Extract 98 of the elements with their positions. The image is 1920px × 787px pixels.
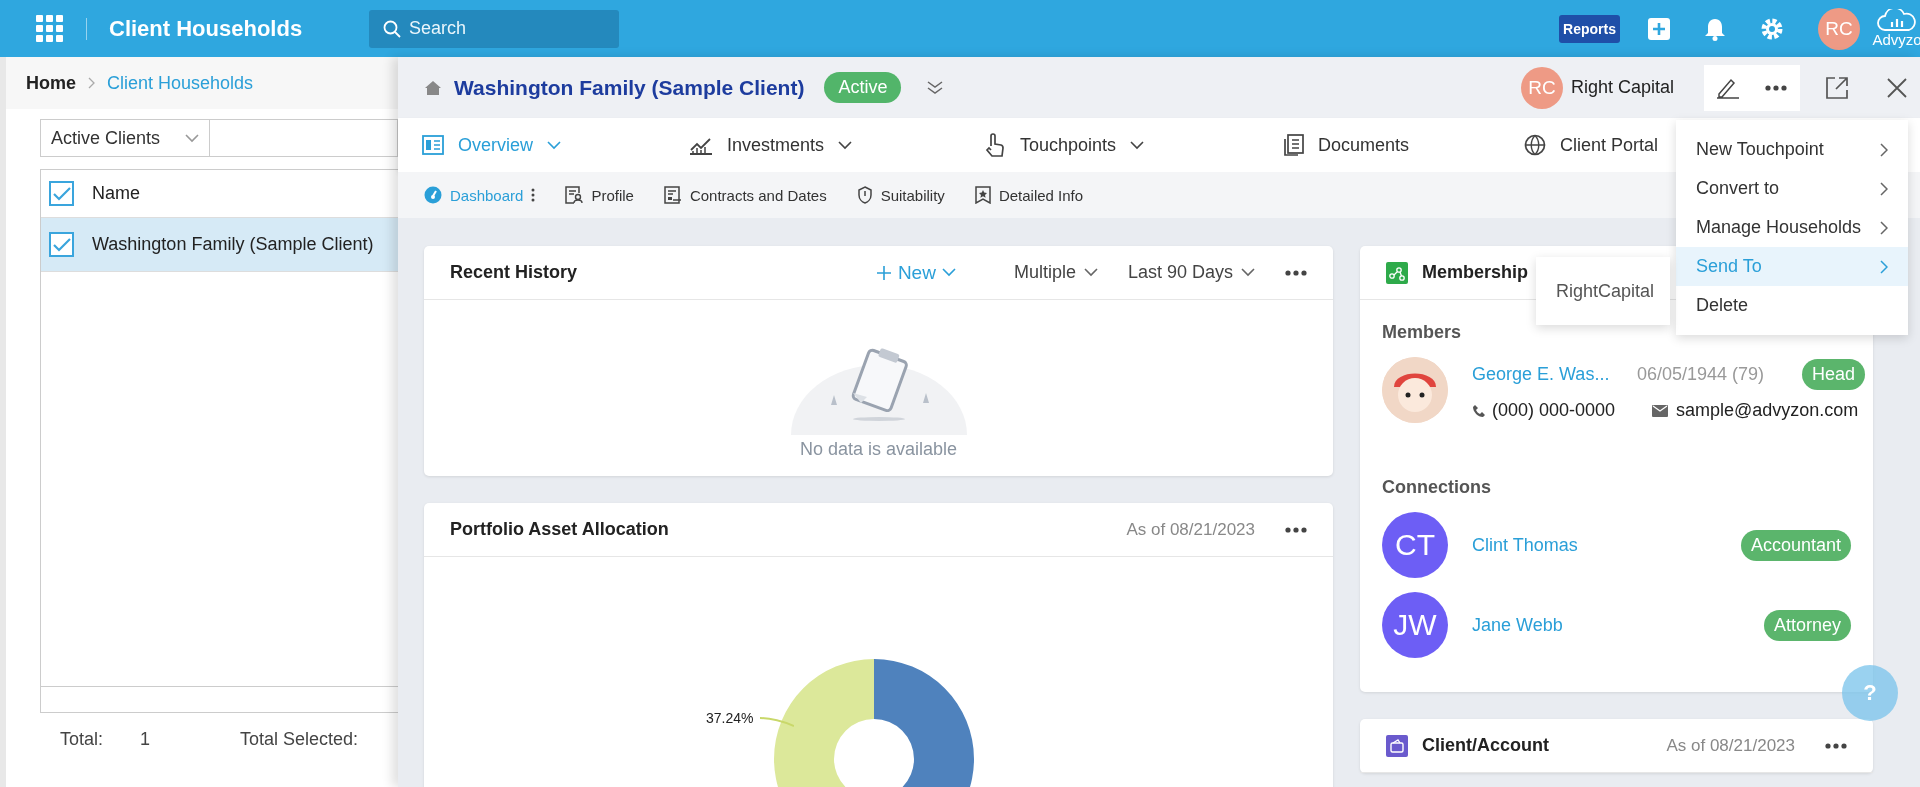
apps-grid-icon[interactable] — [36, 14, 64, 43]
search-icon — [383, 19, 401, 38]
search-field[interactable]: Search — [369, 9, 619, 48]
chevron-down-icon — [1130, 140, 1145, 150]
menu-item[interactable]: Delete — [1676, 286, 1908, 325]
subtab[interactable]: Profile — [565, 186, 634, 204]
chevron-right-icon — [1880, 259, 1888, 274]
layout-icon — [422, 135, 444, 155]
phone-icon — [1472, 403, 1486, 418]
phone-number: (000) 000-0000 — [1492, 400, 1616, 421]
filter-dropdown[interactable]: Multiple — [1013, 262, 1098, 283]
email-address: sample@advyzon.com — [1676, 400, 1859, 421]
app-title: Client Households — [109, 15, 304, 42]
menu-item[interactable]: Convert to — [1676, 169, 1908, 208]
mail-icon — [1652, 404, 1668, 417]
filter-dropdown[interactable]: Last 90 Days — [1127, 262, 1255, 283]
more-button[interactable] — [1825, 742, 1847, 749]
chevron-right-icon — [1880, 181, 1888, 196]
section-heading: Members — [1382, 322, 1463, 343]
chevron-down-icon — [838, 140, 853, 150]
gauge-icon — [424, 186, 442, 204]
more-button[interactable] — [1285, 269, 1307, 276]
edit-icon — [1716, 76, 1740, 99]
documents-icon — [1284, 134, 1304, 156]
submenu-item[interactable]: RightCapital — [1536, 280, 1675, 302]
birth-date: 06/05/1944 (79) — [1637, 364, 1766, 385]
total-selected-label: Total Selected: — [240, 729, 359, 750]
chevron-down-icon — [547, 140, 561, 150]
role-tag: Head — [1802, 359, 1866, 390]
subtab[interactable]: Detailed Info — [974, 186, 1084, 204]
chevron-down-icon — [941, 268, 956, 277]
menu-item[interactable]: New Touchpoint — [1676, 130, 1908, 169]
leader-line — [760, 717, 794, 727]
double-chevron-icon[interactable] — [927, 80, 944, 95]
more-button[interactable] — [1285, 526, 1307, 533]
chevron-right-icon — [1880, 142, 1888, 157]
plus-icon — [875, 264, 892, 281]
breadcrumb-link[interactable]: Home — [26, 72, 76, 94]
profile-icon — [565, 186, 584, 204]
filter-input[interactable] — [210, 119, 398, 157]
chevron-right-icon — [88, 77, 95, 89]
close-icon — [1887, 77, 1907, 98]
more-icon — [1285, 269, 1307, 276]
section-heading: Connections — [1382, 477, 1492, 498]
tab[interactable]: Documents — [1284, 118, 1524, 172]
tab[interactable]: Investments — [689, 118, 984, 172]
as-of-date: As of 08/21/2023 — [1666, 735, 1795, 756]
contract-icon — [663, 186, 682, 204]
more-button[interactable] — [1752, 64, 1800, 111]
star-badge-icon — [974, 186, 991, 204]
empty-message: No data is available — [799, 439, 958, 460]
table-row[interactable]: Washington Family (Sample Client) — [41, 218, 398, 272]
advisor-name: Right Capital — [1570, 77, 1674, 98]
tab[interactable]: Touchpoints — [984, 118, 1284, 172]
row-checkbox[interactable] — [49, 232, 74, 257]
shield-icon — [856, 186, 873, 204]
subtab[interactable]: Suitability — [856, 186, 945, 204]
column-header[interactable]: Name — [92, 183, 140, 204]
home-icon — [424, 79, 442, 96]
cartoon-avatar-icon — [1382, 357, 1448, 423]
filter-dropdown[interactable]: Active Clients — [40, 119, 210, 157]
more-icon — [1765, 84, 1787, 91]
select-all-checkbox[interactable] — [49, 181, 74, 206]
network-icon — [1386, 261, 1408, 284]
bell-icon[interactable] — [1704, 16, 1726, 41]
role-tag: Accountant — [1740, 529, 1851, 561]
table-cell: Washington Family (Sample Client) — [92, 234, 374, 255]
total-label: Total: — [60, 729, 105, 750]
kebab-icon[interactable] — [531, 188, 536, 202]
chevron-down-icon — [1083, 268, 1098, 277]
chevron-down-icon — [185, 133, 199, 143]
card-title: Portfolio Asset Allocation — [450, 519, 669, 540]
edit-button[interactable] — [1704, 64, 1752, 111]
chevron-right-icon — [1880, 220, 1888, 235]
card-title: Client/Account — [1422, 735, 1549, 756]
role-tag: Attorney — [1763, 609, 1851, 641]
settings-icon[interactable] — [1760, 16, 1784, 41]
card-title: Membership — [1422, 262, 1529, 283]
initials-avatar: CT — [1382, 512, 1448, 578]
globe-icon — [1524, 134, 1546, 156]
cloud-logo-icon — [1877, 9, 1917, 31]
tab[interactable]: Client Portal — [1524, 118, 1659, 172]
subtab[interactable]: Contracts and Dates — [663, 186, 827, 204]
add-icon[interactable] — [1648, 17, 1670, 40]
total-count: 1 — [140, 729, 151, 750]
card-title: Recent History — [450, 262, 578, 283]
reports-button[interactable]: Reports — [1559, 14, 1620, 43]
chart-icon — [689, 135, 713, 155]
household-title: Washington Family (Sample Client) — [454, 75, 805, 100]
wallet-icon — [1386, 734, 1408, 757]
menu-item[interactable]: Manage Households — [1676, 208, 1908, 247]
open-in-new-icon — [1825, 75, 1849, 100]
as-of-date: As of 08/21/2023 — [1126, 519, 1255, 540]
chevron-down-icon — [1241, 268, 1255, 277]
initials-avatar: JW — [1382, 592, 1448, 658]
slice-label: 37.24% — [706, 710, 754, 726]
advisor-avatar: RC — [1520, 66, 1563, 109]
status-badge: Active — [824, 72, 902, 103]
